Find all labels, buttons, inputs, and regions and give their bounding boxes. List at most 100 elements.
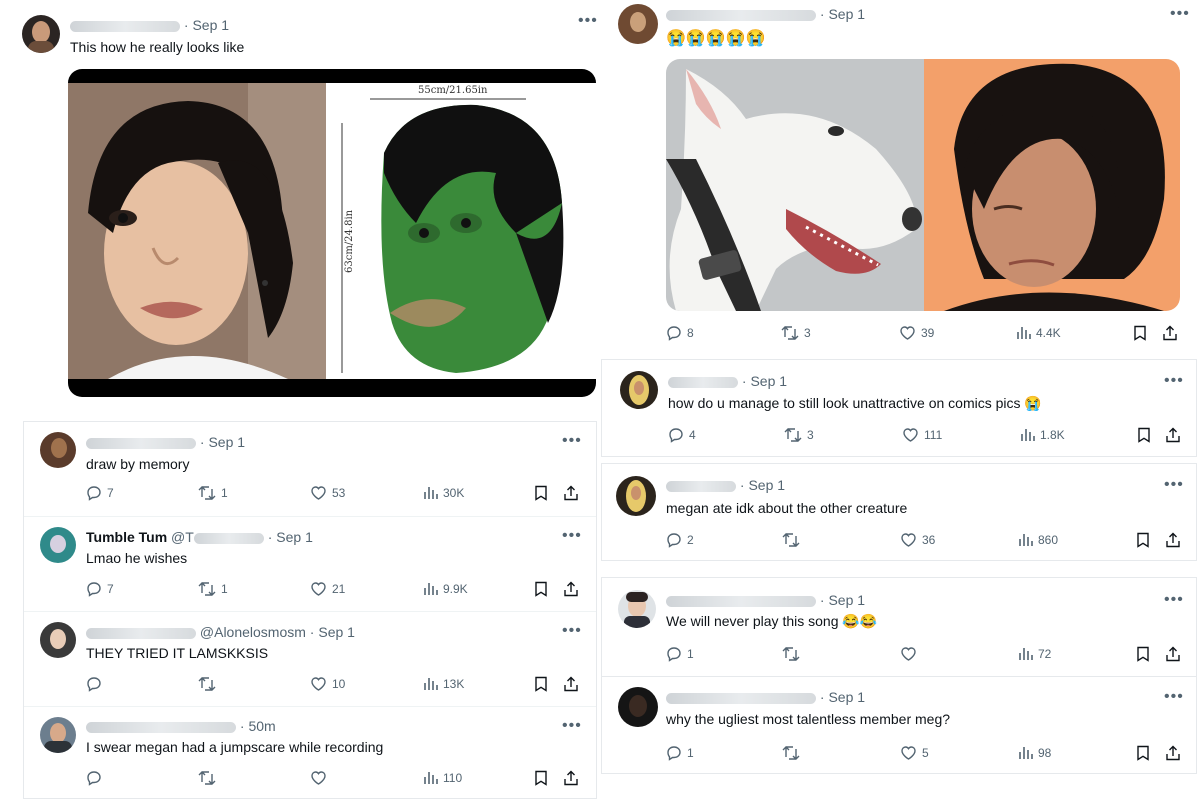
like-icon bbox=[311, 582, 326, 596]
tweet-media[interactable] bbox=[666, 59, 1180, 311]
reply-button[interactable]: 7 bbox=[86, 581, 114, 597]
views-button[interactable]: 110 bbox=[423, 770, 462, 786]
person-photo bbox=[924, 59, 1180, 311]
avatar[interactable] bbox=[40, 527, 76, 563]
reply-tweet[interactable]: Tumble Tum @T · Sep 1 ••• Lmao he wishes… bbox=[24, 517, 596, 612]
share-icon bbox=[1166, 646, 1180, 662]
retweet-button[interactable] bbox=[782, 532, 805, 548]
mask-height-label: 63cm/24.8in bbox=[344, 209, 355, 273]
more-icon[interactable]: ••• bbox=[1164, 688, 1184, 706]
retweet-button[interactable] bbox=[782, 745, 805, 761]
retweet-button[interactable] bbox=[782, 646, 805, 662]
views-button[interactable]: 13K bbox=[423, 676, 464, 692]
bookmark-button[interactable] bbox=[534, 676, 548, 692]
bookmark-button[interactable] bbox=[534, 485, 548, 501]
views-button[interactable]: 30K bbox=[423, 485, 464, 501]
reply-button[interactable]: 1 bbox=[666, 745, 694, 761]
retweet-icon bbox=[198, 486, 216, 500]
more-icon[interactable]: ••• bbox=[562, 717, 582, 735]
like-button[interactable]: 111 bbox=[902, 427, 942, 443]
reply-button[interactable]: 2 bbox=[666, 532, 694, 548]
avatar[interactable] bbox=[620, 371, 658, 409]
reply-tweet[interactable]: · Sep 1 ••• draw by memory 7 1 53 30K bbox=[24, 422, 596, 517]
bookmark-button[interactable] bbox=[1136, 646, 1150, 662]
bookmark-icon bbox=[1137, 745, 1149, 761]
like-button[interactable]: 53 bbox=[310, 485, 345, 501]
more-icon[interactable]: ••• bbox=[1164, 591, 1184, 609]
reply-tweet[interactable]: · 50m ••• I swear megan had a jumpscare … bbox=[24, 707, 596, 798]
more-icon[interactable]: ••• bbox=[578, 12, 598, 30]
views-button[interactable]: 4.4K bbox=[1016, 325, 1061, 341]
like-button[interactable]: 5 bbox=[900, 745, 929, 761]
share-button[interactable] bbox=[1165, 427, 1181, 443]
retweet-button[interactable] bbox=[198, 676, 221, 692]
share-button[interactable] bbox=[1165, 646, 1181, 662]
reply-tweet[interactable]: · Sep 1 ••• megan ate idk about the othe… bbox=[602, 464, 1196, 560]
reply-tweet[interactable]: · Sep 1 ••• why the ugliest most talentl… bbox=[602, 677, 1196, 773]
share-button[interactable] bbox=[563, 676, 579, 692]
tweet-media[interactable]: 55cm/21.65in 63cm/24.8in bbox=[68, 69, 596, 397]
retweet-button[interactable]: 3 bbox=[784, 427, 814, 443]
more-icon[interactable]: ••• bbox=[1164, 476, 1184, 494]
avatar[interactable] bbox=[40, 717, 76, 753]
avatar[interactable] bbox=[618, 687, 658, 727]
share-button[interactable] bbox=[1165, 745, 1181, 761]
views-button[interactable]: 98 bbox=[1018, 745, 1051, 761]
views-icon bbox=[1017, 327, 1031, 339]
like-button[interactable] bbox=[900, 646, 922, 662]
reply-button[interactable] bbox=[86, 676, 107, 692]
bookmark-icon bbox=[535, 485, 547, 501]
avatar[interactable] bbox=[616, 476, 656, 516]
avatar[interactable] bbox=[40, 622, 76, 658]
right-main-tweet[interactable]: · Sep 1 ••• 😭😭😭😭😭 8 3 39 4.4K bbox=[604, 0, 1200, 356]
retweet-button[interactable] bbox=[198, 770, 221, 786]
left-main-tweet[interactable]: · Sep 1 ••• This how he really looks lik… bbox=[0, 0, 600, 408]
share-button[interactable] bbox=[563, 581, 579, 597]
share-button[interactable] bbox=[563, 770, 579, 786]
like-button[interactable]: 10 bbox=[310, 676, 345, 692]
views-button[interactable]: 72 bbox=[1018, 646, 1051, 662]
reply-icon bbox=[667, 533, 681, 548]
retweet-button[interactable]: 1 bbox=[198, 485, 228, 501]
reply-button[interactable] bbox=[86, 770, 107, 786]
tweet-header: · Sep 1 bbox=[666, 6, 865, 22]
share-icon bbox=[564, 676, 578, 692]
avatar[interactable] bbox=[618, 4, 658, 44]
avatar[interactable] bbox=[40, 432, 76, 468]
bookmark-button[interactable] bbox=[1136, 532, 1150, 548]
like-button[interactable]: 21 bbox=[310, 581, 345, 597]
views-button[interactable]: 860 bbox=[1018, 532, 1058, 548]
retweet-button[interactable]: 1 bbox=[198, 581, 228, 597]
bookmark-button[interactable] bbox=[1137, 427, 1151, 443]
reply-tweet[interactable]: @Alonelosmosm · Sep 1 ••• THEY TRIED IT … bbox=[24, 612, 596, 707]
like-button[interactable]: 36 bbox=[900, 532, 935, 548]
bookmark-button[interactable] bbox=[534, 770, 548, 786]
like-button[interactable]: 39 bbox=[899, 325, 934, 341]
reply-button[interactable]: 7 bbox=[86, 485, 114, 501]
reply-button[interactable]: 4 bbox=[668, 427, 696, 443]
reply-button[interactable]: 8 bbox=[666, 325, 694, 341]
views-button[interactable]: 1.8K bbox=[1020, 427, 1065, 443]
share-button[interactable] bbox=[1162, 325, 1178, 341]
more-icon[interactable]: ••• bbox=[562, 432, 582, 450]
avatar[interactable] bbox=[618, 590, 656, 628]
bookmark-button[interactable] bbox=[1136, 745, 1150, 761]
avatar[interactable] bbox=[22, 15, 60, 53]
share-button[interactable] bbox=[563, 485, 579, 501]
like-icon bbox=[903, 428, 918, 442]
more-icon[interactable]: ••• bbox=[1164, 372, 1184, 390]
reply-tweet[interactable]: · Sep 1 ••• We will never play this song… bbox=[602, 578, 1196, 677]
views-button[interactable]: 9.9K bbox=[423, 581, 468, 597]
reply-button[interactable]: 1 bbox=[666, 646, 694, 662]
tweet-time[interactable]: Sep 1 bbox=[192, 17, 229, 33]
more-icon[interactable]: ••• bbox=[1170, 5, 1190, 23]
share-button[interactable] bbox=[1165, 532, 1181, 548]
like-button[interactable] bbox=[310, 770, 332, 786]
bookmark-button[interactable] bbox=[1133, 325, 1147, 341]
reply-tweet[interactable]: · Sep 1 ••• how do u manage to still loo… bbox=[602, 360, 1196, 456]
views-icon bbox=[1021, 429, 1035, 441]
bookmark-button[interactable] bbox=[534, 581, 548, 597]
retweet-button[interactable]: 3 bbox=[781, 325, 811, 341]
more-icon[interactable]: ••• bbox=[562, 527, 582, 545]
more-icon[interactable]: ••• bbox=[562, 622, 582, 640]
